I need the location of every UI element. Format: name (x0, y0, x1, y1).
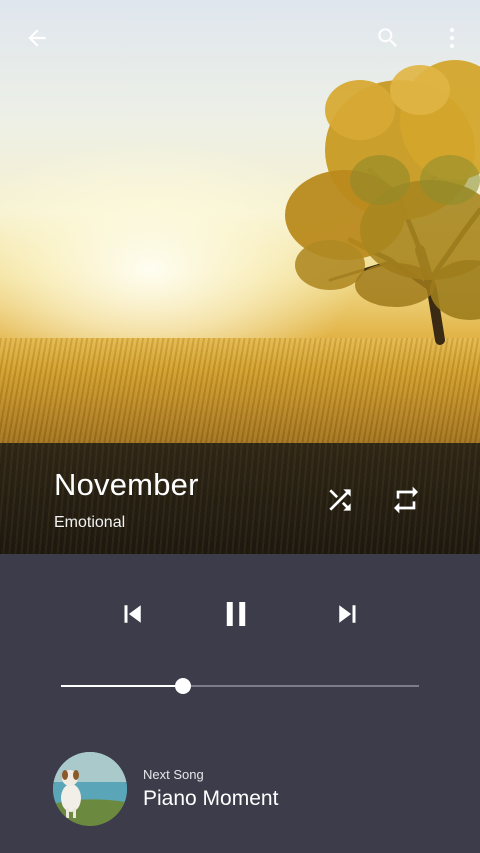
previous-button[interactable] (110, 592, 154, 636)
arrow-left-icon (28, 29, 46, 47)
progress-knob[interactable] (174, 678, 191, 694)
search-icon (378, 28, 398, 48)
album-art (0, 0, 480, 443)
next-song-artwork[interactable] (53, 752, 127, 826)
back-button[interactable] (16, 19, 58, 57)
next-song-artwork-image (53, 752, 127, 826)
pause-icon (226, 601, 246, 627)
repeat-button[interactable] (386, 480, 426, 520)
search-button[interactable] (368, 19, 408, 57)
next-song-label: Next Song (143, 767, 204, 782)
album-art-tree (285, 60, 480, 345)
pause-button[interactable] (212, 590, 260, 638)
skip-previous-icon (124, 605, 141, 623)
more-vertical-icon (449, 27, 455, 49)
repeat-icon (394, 486, 418, 514)
shuffle-button[interactable] (320, 480, 360, 520)
song-artist: Emotional (54, 514, 126, 531)
more-options-button[interactable] (440, 19, 464, 57)
shuffle-icon (329, 489, 351, 511)
next-button[interactable] (326, 592, 370, 636)
next-song-title[interactable]: Piano Moment (143, 787, 278, 811)
skip-next-icon (339, 605, 356, 623)
progress-fill (61, 685, 183, 687)
song-title: November (54, 467, 199, 502)
progress-slider[interactable] (61, 676, 419, 696)
